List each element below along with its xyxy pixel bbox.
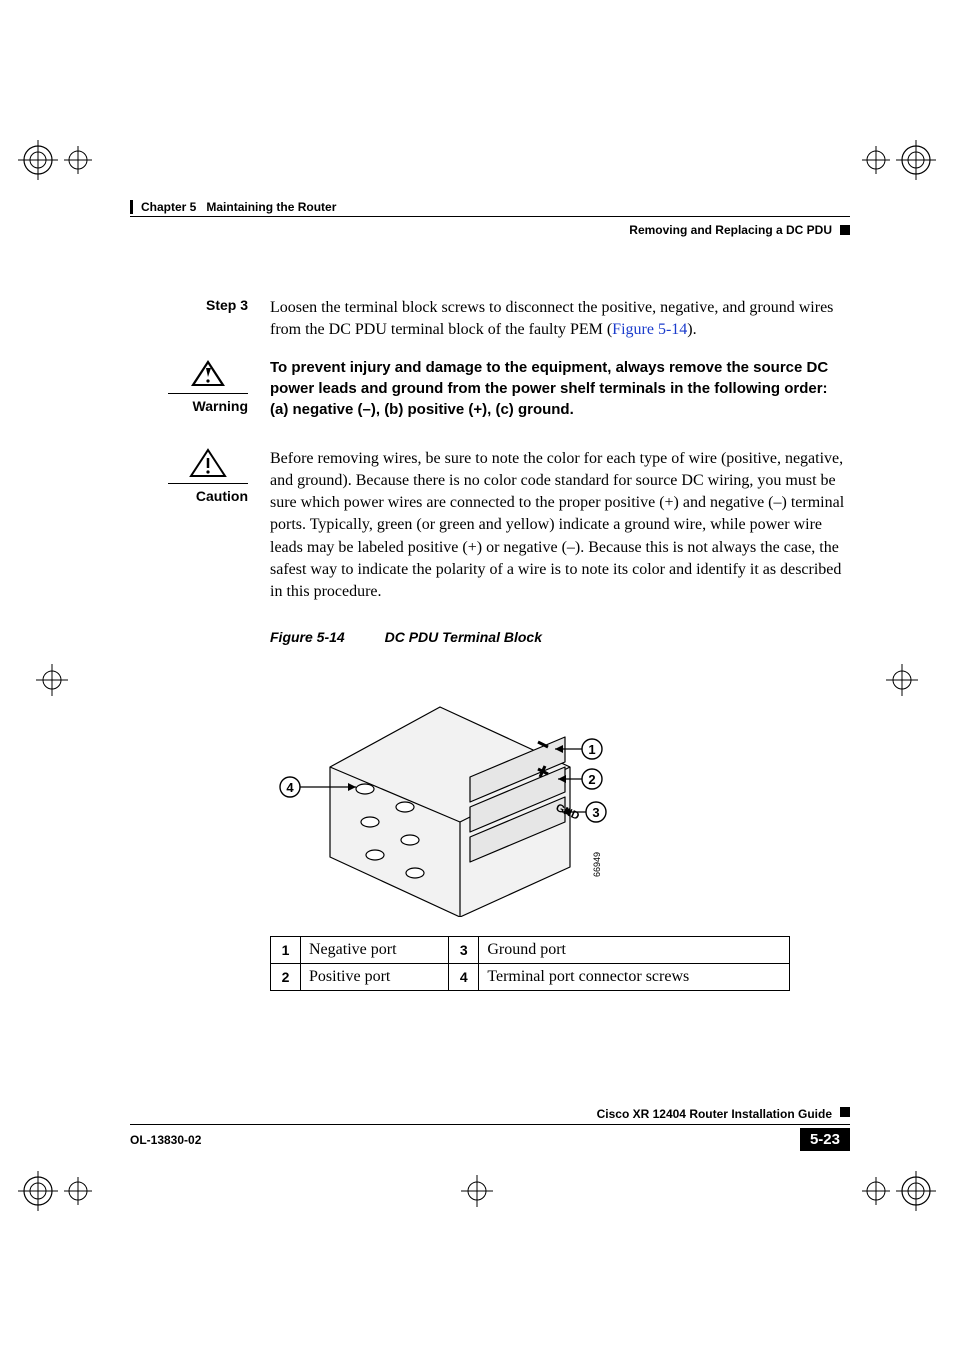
table-row: 2 Positive port 4 Terminal port connecto… [271,963,790,990]
figure-title: DC PDU Terminal Block [385,629,542,645]
running-header-chapter: Chapter 5 Maintaining the Router [130,200,850,214]
figure-caption: Figure 5-14 DC PDU Terminal Block [270,629,850,645]
legend-num: 1 [271,936,301,963]
crop-mark-bottom-right [856,1171,936,1211]
crop-mark-top-right [856,140,936,180]
header-square-icon [840,225,850,235]
legend-num: 2 [271,963,301,990]
legend-num: 4 [449,963,479,990]
legend-num: 3 [449,936,479,963]
footer-square-icon [840,1107,850,1117]
book-title: Cisco XR 12404 Router Installation Guide [597,1107,832,1121]
chapter-number: Chapter 5 [141,200,196,214]
legend-label: Ground port [479,936,790,963]
warning-icon [189,375,227,392]
callout-4: 4 [286,780,294,795]
doc-id: OL-13830-02 [130,1133,201,1147]
warning-text: To prevent injury and damage to the equi… [270,358,850,420]
crop-mark-bottom-left [18,1171,98,1211]
callout-1: 1 [588,742,595,757]
legend-label: Positive port [301,963,449,990]
page-number: 5-23 [800,1128,850,1151]
step-label: Step 3 [130,297,270,313]
callout-3: 3 [592,805,599,820]
legend-label: Negative port [301,936,449,963]
callout-2: 2 [588,772,595,787]
warning-label: Warning [168,398,248,414]
figure-illustration: 1 2 3 GND [270,657,850,922]
legend-label: Terminal port connector screws [479,963,790,990]
section-title: Removing and Replacing a DC PDU [629,223,832,237]
caution-text: Before removing wires, be sure to note t… [270,448,850,603]
crop-mark-mid-left [32,660,72,700]
crop-mark-top-left [18,140,98,180]
step-text: Loosen the terminal block screws to disc… [270,297,850,340]
crop-mark-bottom-center [447,1171,507,1211]
figure-number: Figure 5-14 [270,629,345,645]
figure-xref-link[interactable]: Figure 5-14 [612,321,687,338]
figure-legend-table: 1 Negative port 3 Ground port 2 Positive… [270,936,790,991]
caution-label: Caution [168,488,248,504]
chapter-title: Maintaining the Router [206,200,336,214]
table-row: 1 Negative port 3 Ground port [271,936,790,963]
crop-mark-mid-right [882,660,922,700]
caution-icon [189,465,227,482]
figure-art-id: 66949 [592,852,602,877]
